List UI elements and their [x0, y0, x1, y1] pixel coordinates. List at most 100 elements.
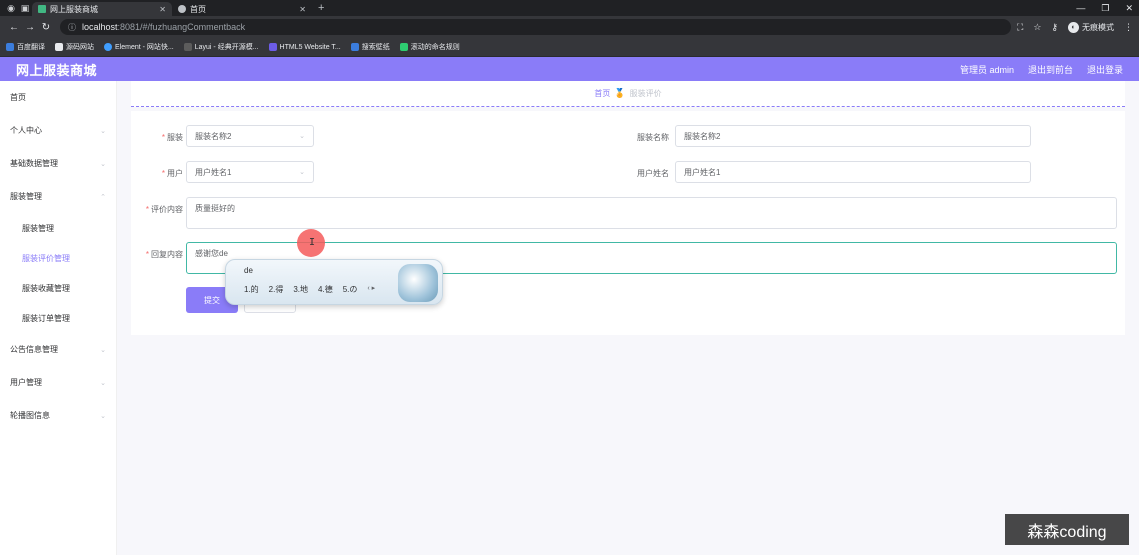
tab-title: 网上服装商城: [50, 4, 98, 14]
bookmark-item[interactable]: Layui - 经典开源模...: [183, 42, 259, 52]
incognito-badge[interactable]: ◐ 无痕模式: [1068, 21, 1114, 33]
watermark: 森森coding: [1005, 514, 1129, 545]
bookmark-favicon-icon: [6, 43, 14, 51]
ime-candidate-list: 1.的 2.得 3.地 4.德 5.の ‹ ▸: [244, 284, 375, 295]
chevron-down-icon: ⌄: [299, 133, 305, 140]
tab-close-icon[interactable]: ✕: [159, 5, 166, 14]
reload-icon[interactable]: ↻: [38, 22, 54, 33]
logout-link[interactable]: 退出登录: [1087, 63, 1123, 76]
window-controls: — ❐ ✕: [1076, 0, 1133, 16]
sidebar-subitem-clothing-comment[interactable]: 服装评价管理: [0, 243, 116, 273]
ime-candidate[interactable]: 3.地: [293, 284, 308, 295]
bookmark-favicon-icon: [104, 43, 112, 51]
minimize-icon[interactable]: —: [1076, 3, 1085, 13]
forward-icon[interactable]: →: [22, 22, 38, 33]
clothing-select-label: * 服装: [161, 133, 183, 142]
ime-candidate[interactable]: 5.の: [343, 284, 358, 295]
sidebar-subitem-clothing-order[interactable]: 服装订单管理: [0, 303, 116, 333]
extension-icon[interactable]: ▣: [18, 2, 32, 16]
incognito-avatar-icon: ◐: [1068, 21, 1079, 33]
user-name-label: 用户姓名: [637, 169, 669, 178]
browser-tab[interactable]: 首页 ✕: [172, 2, 312, 16]
key-icon[interactable]: ⚷: [1051, 22, 1058, 33]
comment-textarea[interactable]: 质量挺好的: [186, 197, 1117, 229]
address-bar[interactable]: ⓘ localhost :8081/#/fuzhuangCommentback: [60, 19, 1012, 35]
breadcrumb-home[interactable]: 首页: [594, 88, 610, 99]
user-select-label: * 用户: [161, 169, 183, 178]
header-actions: 管理员 admin 退出到前台 退出登录: [960, 63, 1123, 76]
bookmark-favicon-icon: [55, 43, 63, 51]
translate-icon[interactable]: ⛶: [1017, 22, 1023, 33]
sidebar-subitem-clothing-collection[interactable]: 服装收藏管理: [0, 273, 116, 303]
bookmark-item[interactable]: Element - 网站快...: [104, 42, 174, 52]
app-header: 网上服装商城 管理员 admin 退出到前台 退出登录: [0, 57, 1139, 81]
tab-close-icon[interactable]: ✕: [299, 5, 306, 14]
browser-toolbar: ← → ↻ ⓘ localhost :8081/#/fuzhuangCommen…: [0, 16, 1139, 38]
incognito-label: 无痕模式: [1082, 22, 1114, 32]
main-content: 首页 🏅 服装评价 * 服装 服装名称2 ⌄ 服装名称 服装名称2 * 用户 用户姓…: [117, 81, 1139, 555]
clothing-name-field[interactable]: 服装名称2: [675, 125, 1031, 147]
new-tab-button[interactable]: +: [312, 2, 330, 14]
address-path: :8081/#/fuzhuangCommentback: [117, 22, 246, 32]
vue-favicon-icon: [38, 5, 46, 13]
restore-icon[interactable]: ❐: [1101, 3, 1109, 14]
bookmark-favicon-icon: [183, 43, 192, 51]
more-menu-icon[interactable]: ⋮: [1124, 22, 1133, 33]
breadcrumb-bar: 首页 🏅 服装评价: [131, 81, 1125, 107]
sidebar-item-clothing[interactable]: 服装管理 ⌃: [0, 180, 116, 213]
sidebar-item-basic-data[interactable]: 基础数据管理 ⌄: [0, 147, 116, 180]
chevron-down-icon: ⌄: [100, 160, 106, 168]
breadcrumb: 首页 🏅 服装评价: [594, 88, 661, 99]
browser-menu-icon[interactable]: ◉: [4, 2, 18, 16]
ime-candidate[interactable]: 1.的: [244, 284, 259, 295]
breadcrumb-separator-icon: 🏅: [614, 88, 626, 98]
app-logo: 网上服装商城: [16, 62, 98, 78]
bookmark-item[interactable]: HTML5 Website T...: [268, 43, 341, 51]
globe-favicon-icon: [178, 5, 186, 13]
sidebar-subitem-clothing[interactable]: 服装管理: [0, 213, 116, 243]
bookmark-favicon-icon: [268, 43, 277, 51]
browser-tab-strip: ◉ ▣ 网上服装商城 ✕ 首页 ✕ + — ❐ ✕: [0, 0, 1139, 16]
bookmark-item[interactable]: 源码网站: [55, 42, 94, 52]
sidebar-item-notice[interactable]: 公告信息管理 ⌄: [0, 333, 116, 366]
chevron-up-icon: ⌃: [100, 193, 106, 201]
bookmark-item[interactable]: 搜索壁纸: [350, 42, 390, 52]
browser-tab-active[interactable]: 网上服装商城 ✕: [32, 2, 172, 16]
chevron-down-icon: ⌄: [100, 127, 106, 135]
chevron-down-icon: ⌄: [100, 412, 106, 420]
close-window-icon[interactable]: ✕: [1125, 3, 1133, 14]
ime-logo-icon: [398, 264, 438, 302]
tab-title: 首页: [190, 4, 206, 14]
sidebar-item-personal-center[interactable]: 个人中心 ⌄: [0, 114, 116, 147]
toolbar-right: ⛶ ☆ ⚷ ◐ 无痕模式 ⋮: [1017, 21, 1133, 33]
address-host: localhost: [82, 22, 118, 32]
back-to-front-link[interactable]: 退出到前台: [1028, 63, 1073, 76]
bookmark-star-icon[interactable]: ☆: [1033, 22, 1041, 33]
ime-candidate-popup: de 1.的 2.得 3.地 4.德 5.の ‹ ▸: [225, 259, 443, 305]
user-name-field[interactable]: 用户姓名1: [675, 161, 1031, 183]
bookmarks-bar: 百度翻译 源码网站 Element - 网站快... Layui - 经典开源模…: [0, 38, 1139, 57]
sidebar-item-home[interactable]: 首页: [0, 81, 116, 114]
sidebar: 首页 个人中心 ⌄ 基础数据管理 ⌄ 服装管理 ⌃ 服装管理 服装评价管理 服装收藏管…: [0, 81, 117, 555]
site-info-icon[interactable]: ⓘ: [68, 22, 76, 33]
text-cursor-icon: I: [309, 237, 316, 248]
bookmark-item[interactable]: 滚动的命名规则: [399, 42, 460, 52]
reply-label: * 回复内容: [145, 250, 183, 259]
sidebar-item-carousel[interactable]: 轮播图信息 ⌄: [0, 399, 116, 432]
user-select[interactable]: 用户姓名1 ⌄: [186, 161, 314, 183]
back-icon[interactable]: ←: [6, 22, 22, 33]
sidebar-item-users[interactable]: 用户管理 ⌄: [0, 366, 116, 399]
clothing-select[interactable]: 服装名称2 ⌄: [186, 125, 314, 147]
ime-composition: de: [244, 266, 253, 275]
ime-candidate[interactable]: 2.得: [269, 284, 284, 295]
ime-candidate[interactable]: 4.德: [318, 284, 333, 295]
comment-label: * 评价内容: [145, 205, 183, 214]
admin-label: 管理员 admin: [959, 64, 1014, 75]
sidebar-menu: 首页 个人中心 ⌄ 基础数据管理 ⌄ 服装管理 ⌃ 服装管理 服装评价管理 服装收藏管…: [0, 81, 116, 432]
breadcrumb-current: 服装评价: [629, 89, 662, 98]
chevron-down-icon: ⌄: [299, 169, 305, 176]
clothing-name-label: 服装名称: [637, 133, 669, 142]
ime-page-arrows-icon[interactable]: ‹ ▸: [367, 284, 375, 295]
chevron-down-icon: ⌄: [100, 379, 106, 387]
bookmark-item[interactable]: 百度翻译: [6, 42, 45, 52]
